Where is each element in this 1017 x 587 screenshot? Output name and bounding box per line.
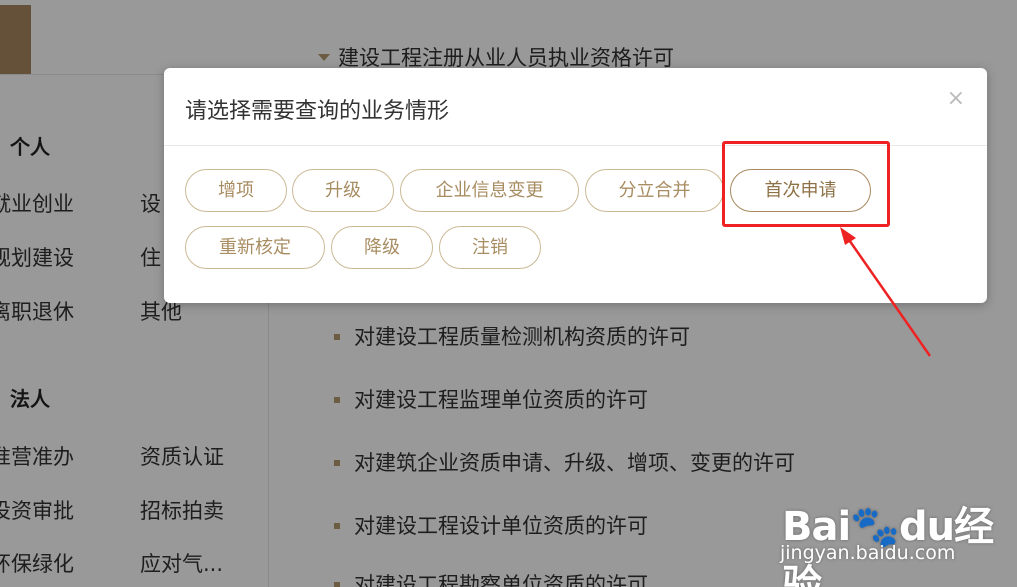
option-button-downgrade[interactable]: 降级 bbox=[331, 226, 433, 269]
close-icon[interactable]: × bbox=[947, 88, 965, 110]
option-button-add-item[interactable]: 增项 bbox=[185, 169, 287, 212]
option-button-cancel[interactable]: 注销 bbox=[439, 226, 541, 269]
watermark-url: jingyan.baidu.com bbox=[780, 542, 956, 564]
annotation-highlight-box bbox=[722, 141, 890, 227]
option-button-info-change[interactable]: 企业信息变更 bbox=[400, 169, 579, 212]
baidu-jingyan-watermark: Bai🐾du经验 jingyan.baidu.com bbox=[780, 480, 1000, 587]
watermark-logo: Bai🐾du经验 bbox=[782, 504, 994, 587]
dialog-title: 请选择需要查询的业务情形 bbox=[185, 99, 450, 124]
option-button-upgrade[interactable]: 升级 bbox=[292, 169, 394, 212]
option-button-split-merge[interactable]: 分立合并 bbox=[585, 169, 724, 212]
option-button-reassess[interactable]: 重新核定 bbox=[185, 226, 325, 269]
